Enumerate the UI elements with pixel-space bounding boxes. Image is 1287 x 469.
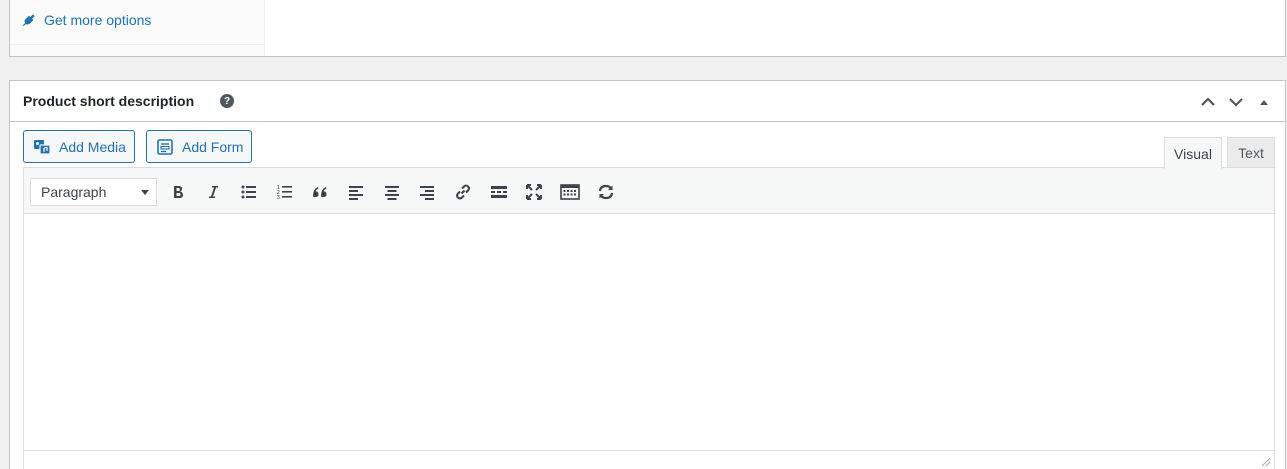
align-right-icon — [420, 186, 434, 200]
refresh-icon — [598, 184, 614, 200]
toggle-panel-button[interactable] — [1253, 91, 1275, 113]
get-more-options-link[interactable]: Get more options — [22, 12, 151, 28]
italic-icon — [209, 186, 218, 198]
dropdown-caret-icon — [141, 190, 149, 195]
add-media-button[interactable]: Add Media — [23, 130, 135, 163]
quote-icon — [313, 187, 327, 197]
link-icon — [456, 184, 470, 200]
editor-content-area[interactable] — [24, 215, 1274, 450]
chevron-down-icon — [1229, 98, 1243, 107]
align-right-button[interactable] — [415, 180, 439, 204]
align-left-button[interactable] — [344, 180, 368, 204]
numbered-list-icon: 1 2 3 — [277, 185, 292, 201]
divider — [10, 44, 265, 45]
plugins-icon — [22, 14, 35, 27]
postbox-title: Product short description — [23, 93, 195, 109]
read-more-icon — [491, 186, 507, 198]
postbox-header: Product short description ? — [10, 81, 1285, 122]
add-media-label: Add Media — [59, 138, 126, 155]
chevron-up-icon — [1201, 97, 1215, 106]
move-up-button[interactable] — [1197, 91, 1219, 113]
align-center-icon — [385, 186, 399, 200]
tab-visual[interactable]: Visual — [1164, 137, 1222, 169]
resize-handle-icon[interactable] — [1262, 458, 1270, 466]
read-more-button[interactable] — [487, 180, 511, 204]
add-media-icon — [34, 139, 51, 155]
keyboard-icon — [560, 184, 580, 200]
form-icon — [157, 138, 173, 155]
handle-actions — [1197, 91, 1275, 113]
fullscreen-button[interactable] — [522, 180, 546, 204]
align-center-button[interactable] — [380, 180, 404, 204]
fullscreen-icon — [526, 184, 542, 200]
format-select-value: Paragraph — [41, 184, 107, 200]
product-data-tabs: Get more options — [10, 0, 265, 56]
help-icon[interactable]: ? — [220, 94, 234, 108]
add-form-button[interactable]: Add Form — [146, 130, 253, 163]
toolbar-toggle-button[interactable] — [558, 180, 582, 204]
numbered-list-button[interactable]: 1 2 3 — [273, 180, 297, 204]
bold-button[interactable] — [166, 180, 190, 204]
insert-link-button[interactable] — [451, 180, 475, 204]
caret-up-icon — [1260, 100, 1268, 105]
svg-text:3: 3 — [277, 195, 281, 201]
blockquote-button[interactable] — [308, 180, 332, 204]
add-form-label: Add Form — [182, 138, 244, 155]
product-short-description-box: Product short description ? Add Media Ad… — [9, 80, 1286, 469]
format-select[interactable]: Paragraph — [30, 178, 157, 206]
get-more-options-label: Get more options — [44, 12, 152, 28]
bold-icon — [174, 186, 183, 198]
editor-toolbar: Paragraph 1 2 3 — [24, 168, 1274, 214]
editor-container: Paragraph 1 2 3 — [23, 167, 1275, 469]
tab-text[interactable]: Text — [1227, 137, 1275, 168]
editor-status-bar — [24, 450, 1274, 469]
bulleted-list-button[interactable] — [237, 180, 261, 204]
move-down-button[interactable] — [1225, 91, 1247, 113]
product-data-panel: Get more options — [9, 0, 1286, 57]
bulleted-list-icon — [241, 185, 256, 199]
italic-button[interactable] — [201, 180, 225, 204]
refresh-button[interactable] — [594, 180, 618, 204]
align-left-icon — [349, 186, 363, 200]
